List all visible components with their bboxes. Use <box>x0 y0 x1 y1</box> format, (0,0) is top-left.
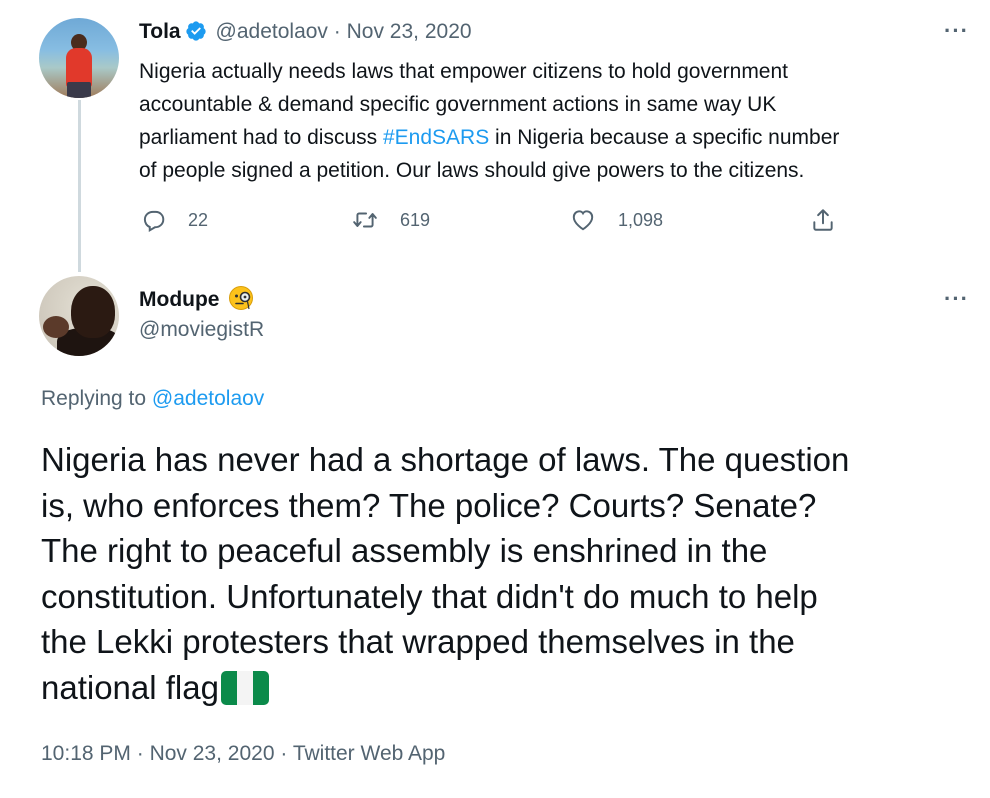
tweet-time[interactable]: 10:18 PM <box>41 742 131 765</box>
separator-dot: · <box>136 742 144 765</box>
tweet-text-segment: parliament had to discuss <box>139 126 383 149</box>
reply-icon <box>143 210 165 232</box>
tweet-text-line: Nigeria has never had a shortage of laws… <box>41 441 850 478</box>
more-options-button[interactable]: ··· <box>944 18 969 44</box>
more-horizontal-icon: ··· <box>944 18 969 43</box>
tweet-source[interactable]: Twitter Web App <box>293 742 446 765</box>
separator-dot: · <box>333 20 341 43</box>
tweet-date[interactable]: Nov 23, 2020 <box>150 742 275 765</box>
tweet-text-line: the Lekki protesters that wrapped themse… <box>41 623 795 660</box>
retweet-button[interactable]: 619 <box>352 207 430 233</box>
reply-tweet-text: Nigeria has never had a shortage of laws… <box>41 437 976 710</box>
like-count: 1,098 <box>618 209 664 230</box>
tweet-text-line: accountable & demand specific government… <box>139 93 777 116</box>
tweet-metadata: 10:18 PM · Nov 23, 2020 · Twitter Web Ap… <box>41 742 445 766</box>
tweet-text-line: constitution. Unfortunately that didn't … <box>41 577 818 615</box>
nigeria-flag-icon <box>220 670 269 705</box>
heart-icon <box>572 210 594 231</box>
replying-to: Replying to @adetolaov <box>41 387 264 411</box>
share-icon <box>813 209 833 231</box>
tweet-header: Tola @adetolaov · Nov 23, 2020 <box>139 20 472 44</box>
separator-dot: · <box>280 742 288 765</box>
tweet-text-line: national flag <box>41 665 976 711</box>
more-options-button[interactable]: ··· <box>944 286 969 312</box>
tweet-text-segment: in Nigeria because a specific number <box>489 126 840 149</box>
tweet-text-line: parliament had to discuss #EndSARS in Ni… <box>139 121 969 154</box>
share-button[interactable] <box>810 207 858 233</box>
reply-count: 22 <box>188 209 209 230</box>
retweet-count: 619 <box>400 209 431 230</box>
tweet-text: Nigeria actually needs laws that empower… <box>139 55 969 187</box>
author-name[interactable]: Modupe <box>139 288 219 311</box>
author-handle[interactable]: @moviegistR <box>139 318 264 342</box>
thread-connector-line <box>78 100 81 272</box>
like-button[interactable]: 1,098 <box>570 207 663 233</box>
tweet-date[interactable]: Nov 23, 2020 <box>347 20 472 43</box>
author-handle[interactable]: @adetolaov <box>216 20 328 43</box>
tweet-text-line: Nigeria actually needs laws that empower… <box>139 60 789 83</box>
reply-button[interactable]: 22 <box>140 207 208 233</box>
retweet-icon <box>353 212 377 228</box>
tweet-text-segment: national flag <box>41 668 219 706</box>
author-name[interactable]: Tola <box>139 20 181 43</box>
tweet-text-line: The right to peaceful assembly is enshri… <box>41 532 768 569</box>
replying-to-label: Replying to <box>41 387 147 410</box>
more-horizontal-icon: ··· <box>944 286 969 311</box>
tweet-text-line: is, who enforces them? The police? Court… <box>41 486 817 524</box>
avatar[interactable] <box>39 276 119 356</box>
replying-to-handle-link[interactable]: @adetolaov <box>152 387 264 410</box>
tweet-text-line: of people signed a petition. Our laws sh… <box>139 159 805 182</box>
verified-badge-icon <box>186 21 206 41</box>
hashtag-link[interactable]: #EndSARS <box>383 126 489 149</box>
avatar[interactable] <box>39 18 119 98</box>
reply-author-name-row: Modupe <box>139 285 254 312</box>
face-with-monocle-icon <box>228 286 253 310</box>
